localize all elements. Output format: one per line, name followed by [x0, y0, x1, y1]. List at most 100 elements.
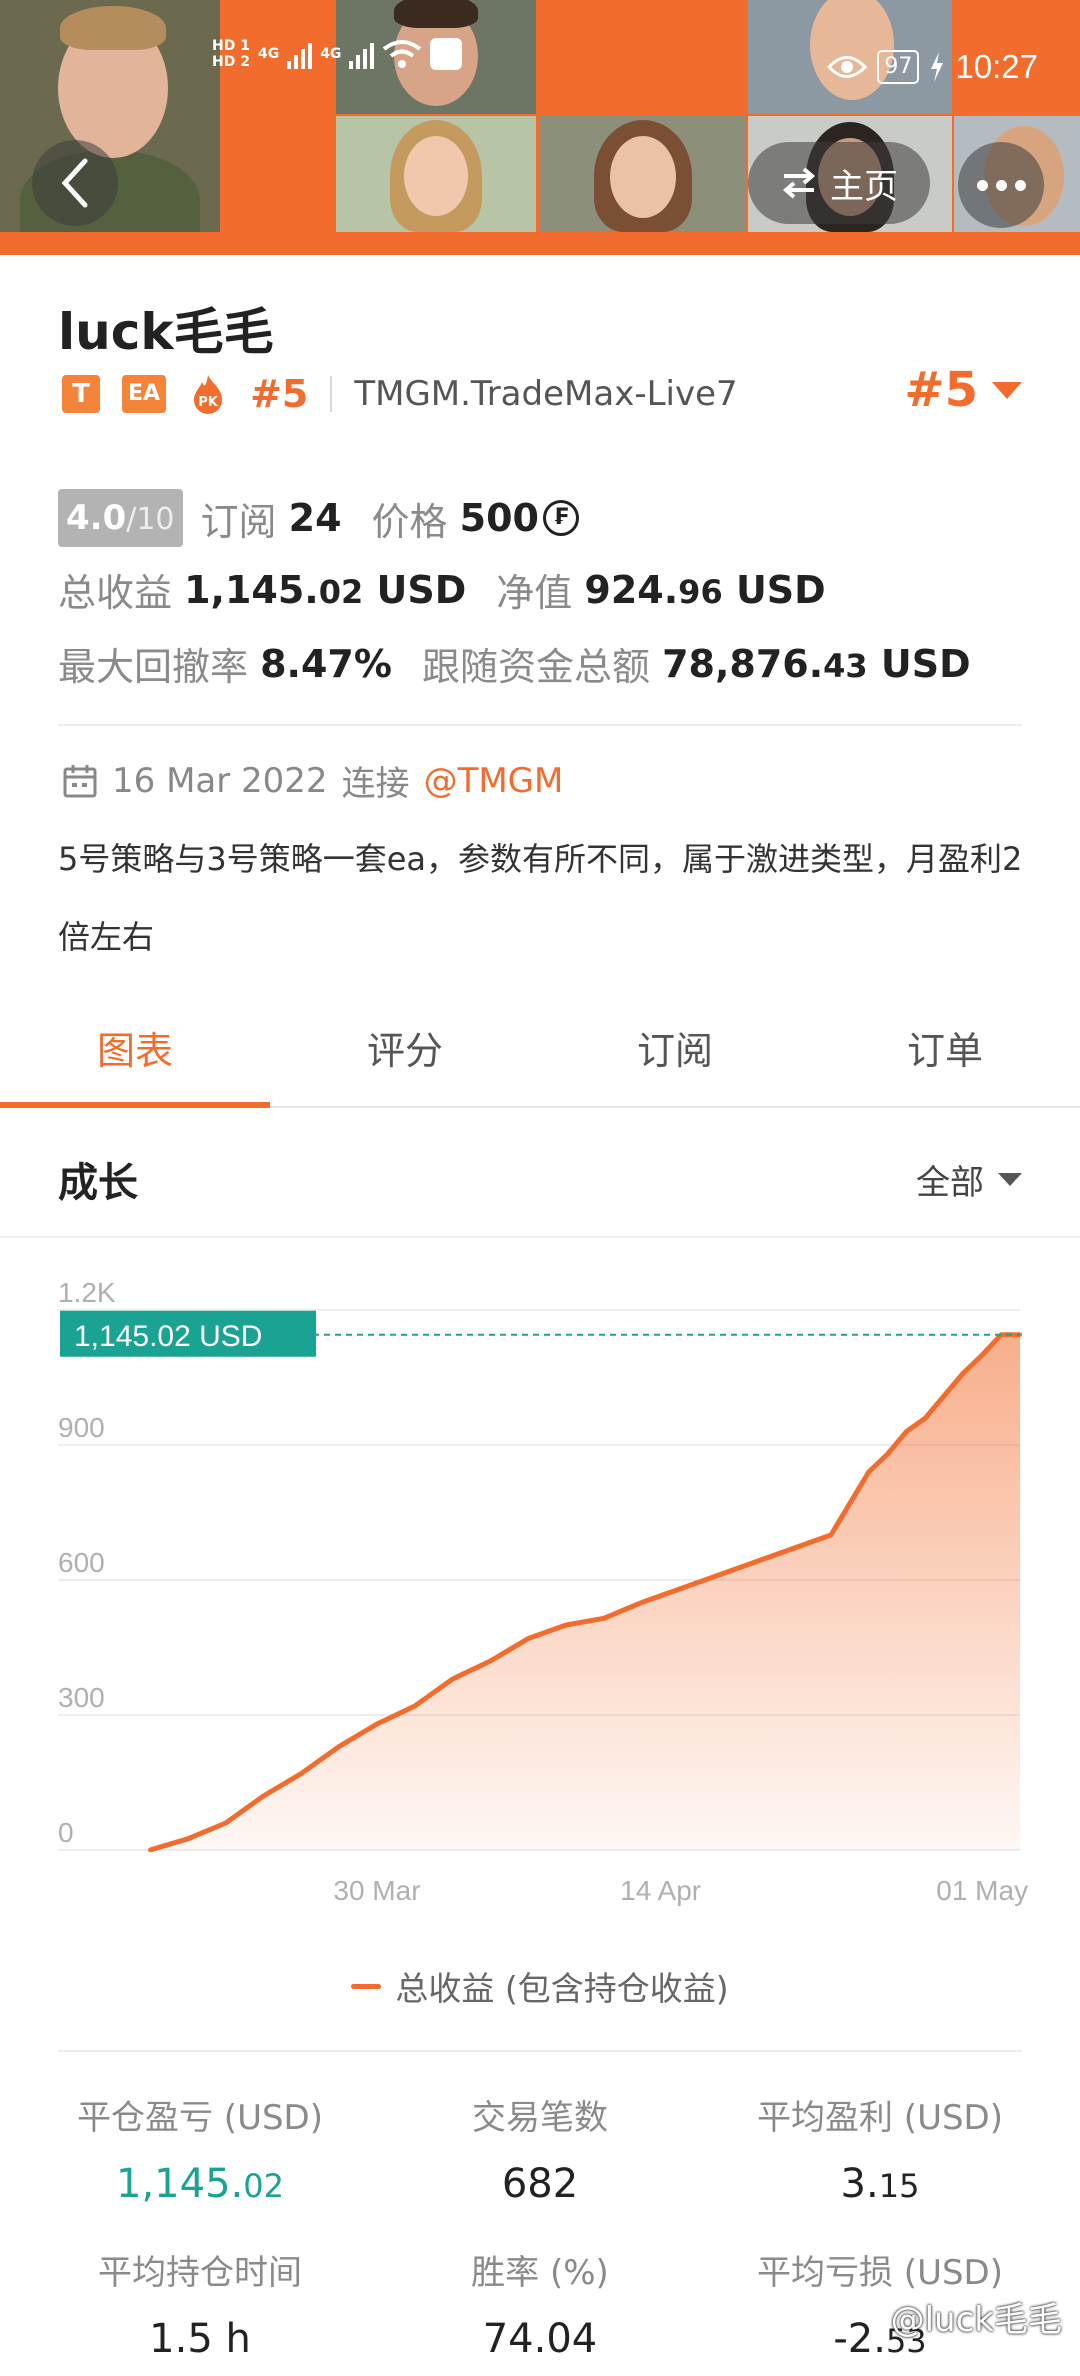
stats-row-2: 总收益 1,145.02 USD 净值 924.96 USD — [58, 562, 826, 617]
metric-value-int: 74.04 — [482, 2316, 598, 2362]
data-point — [564, 1623, 569, 1627]
rank-small: #5 — [250, 372, 309, 416]
x-tick-label: 14 Apr — [620, 1875, 701, 1906]
clock: 10:27 — [955, 48, 1038, 85]
total-profit-label: 总收益 — [58, 571, 173, 615]
strategy-description: 5号策略与3号策略一套ea，参数有所不同，属于激进类型，月盈利2倍左右 — [58, 840, 1023, 956]
coin-icon: ₣ — [542, 500, 579, 536]
connection-label: 连接 — [341, 764, 410, 804]
metric-label: 胜率 (%) — [471, 2253, 609, 2293]
home-button[interactable]: 主页 — [748, 142, 930, 224]
metric-value: 682 — [370, 2161, 710, 2207]
metric-value: 1,145.02 — [30, 2161, 370, 2207]
chevron-left-icon — [61, 158, 88, 208]
tab-chart[interactable]: 图表 — [0, 988, 270, 1108]
score-chip: 4.0/10 — [58, 489, 183, 547]
price-value: 500 — [459, 496, 539, 540]
connection-row: 16 Mar 2022 连接 @TMGM — [62, 756, 563, 805]
participant-tile — [540, 116, 746, 232]
metric-value: 3.15 — [710, 2161, 1050, 2207]
battery-icon: 97 — [877, 50, 920, 84]
tab-orders[interactable]: 订单 — [810, 988, 1080, 1106]
caret-down-icon — [998, 1173, 1022, 1186]
follow-unit: USD — [880, 641, 971, 686]
metric-label: 平均盈利 (USD) — [757, 2098, 1003, 2138]
divider — [58, 724, 1022, 726]
tab-subscription[interactable]: 订阅 — [540, 988, 810, 1106]
y-tick-label: 900 — [58, 1412, 105, 1443]
app-notification-icon — [430, 38, 463, 70]
metric-value-dec: 02 — [243, 2167, 284, 2205]
series-area — [150, 1334, 1020, 1850]
sim1-label: HD 1 — [212, 38, 250, 54]
rank-dropdown[interactable]: #5 — [904, 362, 1022, 418]
data-point — [148, 1848, 152, 1852]
y-tick-label: 0 — [58, 1817, 74, 1848]
range-filter-dropdown[interactable]: 全部 — [916, 1155, 1022, 1204]
participant-tile — [336, 116, 536, 232]
data-point — [488, 1659, 493, 1663]
net-value-int: 924. — [584, 567, 679, 612]
data-point — [715, 1573, 720, 1578]
net-value-label: 净值 — [496, 571, 573, 615]
total-profit-int: 1,145. — [184, 567, 319, 612]
metric-cell: 胜率 (%) 74.04 — [370, 2245, 710, 2362]
tab-rating[interactable]: 评分 — [270, 988, 540, 1106]
status-bar: HD 1 HD 2 4G 4G 97 10:27 — [0, 0, 1080, 90]
data-point — [185, 1836, 190, 1841]
ea-badge: EA — [122, 375, 167, 413]
data-point — [223, 1821, 228, 1825]
total-profit-unit: USD — [376, 567, 467, 612]
more-button[interactable] — [958, 142, 1044, 228]
metric-value-int: -2. — [833, 2316, 886, 2362]
swap-icon — [782, 167, 816, 199]
metric-value: 74.04 — [370, 2316, 710, 2362]
profile-name: luck毛毛 — [58, 303, 274, 361]
broker-link[interactable]: @TMGM — [424, 761, 564, 801]
metric-value-int: 682 — [501, 2161, 579, 2207]
caret-down-icon — [992, 381, 1022, 399]
data-point — [299, 1771, 304, 1776]
legend-label: 总收益 (包含持仓收益) — [395, 1969, 729, 2008]
metric-cell: 平仓盈亏 (USD) 1,145.02 — [30, 2090, 370, 2207]
growth-title: 成长 — [58, 1160, 138, 1206]
watermark: @luck毛毛 — [890, 2300, 1062, 2340]
header-banner: HD 1 HD 2 4G 4G 97 10:27 主页 — [0, 0, 1080, 255]
server-name: TMGM.TradeMax-Live7 — [354, 374, 738, 414]
wifi-icon — [383, 40, 422, 68]
eye-icon — [827, 56, 868, 78]
data-point — [601, 1616, 606, 1621]
data-point — [923, 1416, 928, 1420]
badge-row: T EA PK #5 TMGM.TradeMax-Live7 — [62, 372, 738, 416]
trader-badge: T — [62, 375, 100, 413]
signal-icon — [287, 39, 313, 69]
range-filter-label: 全部 — [916, 1163, 984, 1203]
back-button[interactable] — [32, 140, 118, 226]
metric-label: 平均持仓时间 — [98, 2253, 302, 2293]
subscribe-label: 订阅 — [200, 499, 277, 544]
follow-int: 78,876. — [662, 641, 824, 686]
x-tick-label: 01 May — [936, 1875, 1028, 1906]
data-point — [753, 1560, 758, 1564]
legend-line-icon — [351, 1983, 382, 1989]
calendar-icon — [63, 764, 97, 797]
data-point — [261, 1794, 266, 1798]
data-point — [885, 1452, 890, 1456]
data-point — [980, 1353, 985, 1357]
pk-flame-icon: PK — [194, 375, 223, 414]
data-point — [961, 1371, 966, 1375]
total-profit-dec: 02 — [318, 572, 364, 611]
metric-label: 平均亏损 (USD) — [757, 2253, 1003, 2293]
metric-value-int: 1,145. — [116, 2161, 244, 2207]
price-label: 价格 — [371, 499, 448, 544]
follow-dec: 43 — [823, 646, 868, 685]
tab-bar: 图表 评分 订阅 订单 — [0, 988, 1080, 1108]
data-point — [337, 1744, 342, 1749]
home-label: 主页 — [830, 166, 898, 207]
metric-value: 1.5 h — [30, 2316, 370, 2362]
data-point — [450, 1677, 455, 1681]
signal-icon — [349, 39, 375, 69]
score-value: 4.0 — [66, 498, 127, 538]
more-dots-icon — [976, 179, 988, 191]
drawdown-value: 8.47% — [260, 641, 392, 686]
